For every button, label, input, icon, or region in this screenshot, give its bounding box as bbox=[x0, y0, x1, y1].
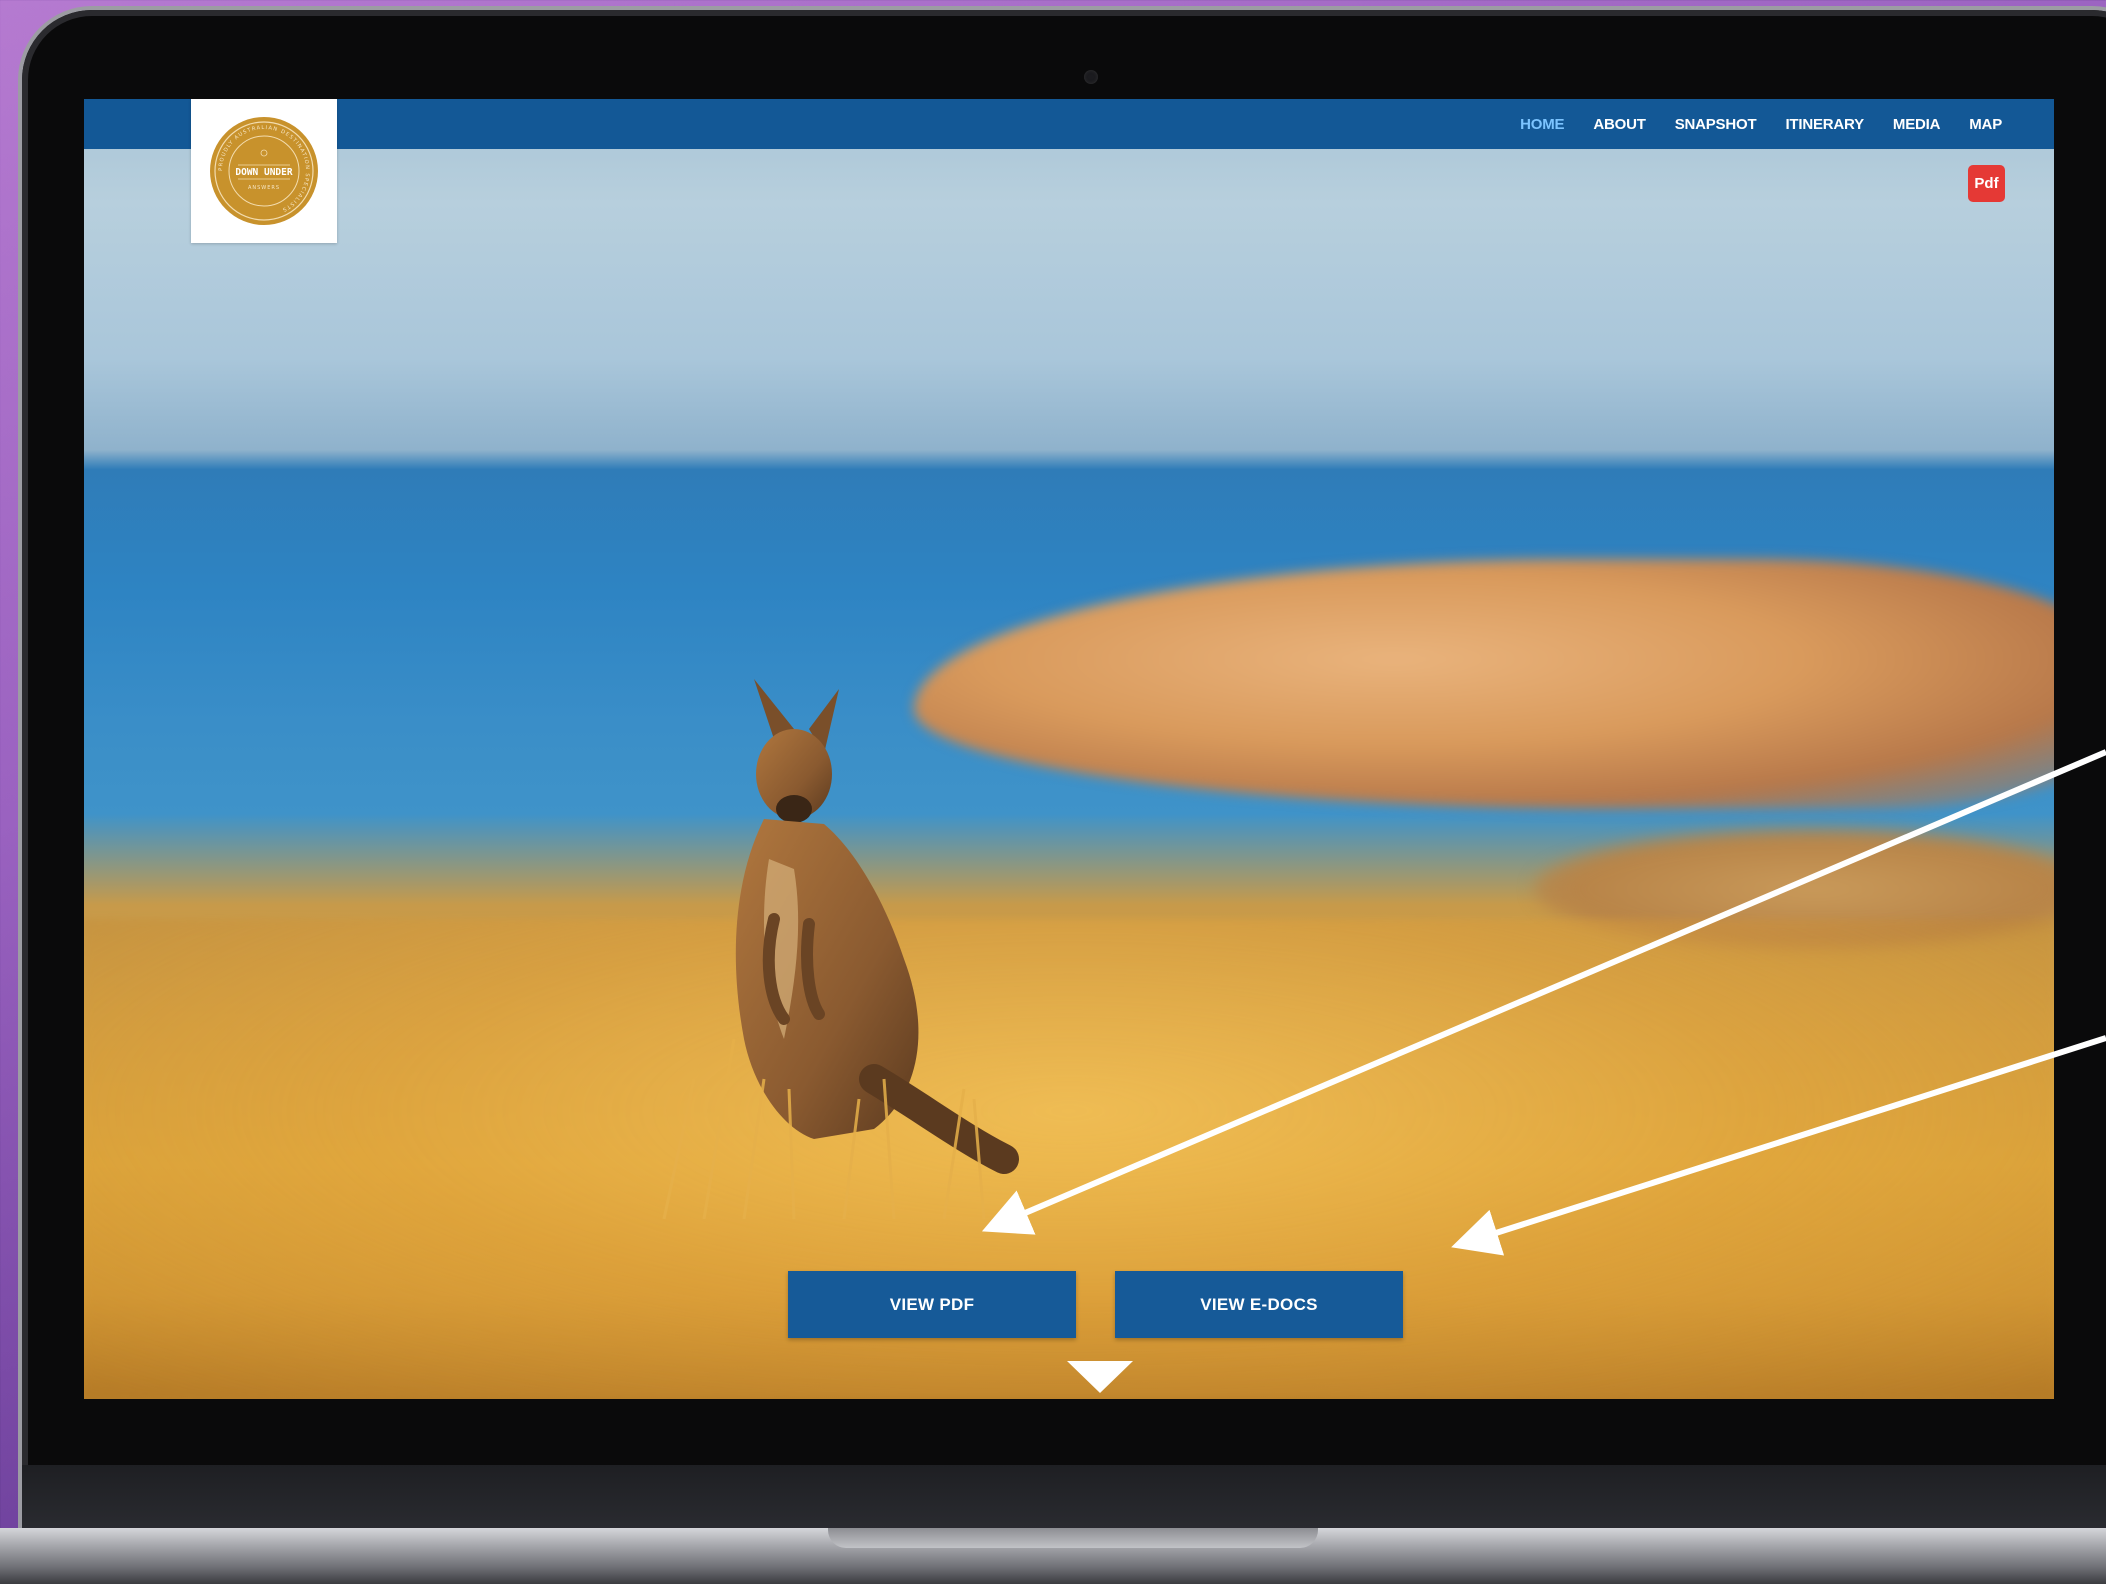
view-edocs-button[interactable]: VIEW E-DOCS bbox=[1115, 1271, 1403, 1338]
laptop-chin bbox=[22, 1465, 2106, 1530]
logo-subtitle: ANSWERS bbox=[248, 185, 280, 191]
pdf-download-icon[interactable]: Pdf bbox=[1968, 165, 2005, 202]
logo-title: DOWN UNDER bbox=[235, 167, 292, 178]
camera-icon bbox=[1084, 70, 1098, 84]
nav-item-map[interactable]: MAP bbox=[1969, 116, 2002, 133]
nav-item-snapshot[interactable]: SNAPSHOT bbox=[1675, 116, 1757, 133]
view-pdf-button[interactable]: VIEW PDF bbox=[788, 1271, 1076, 1338]
nav-item-home[interactable]: HOME bbox=[1520, 116, 1564, 133]
top-nav-bar: HOME ABOUT SNAPSHOT ITINERARY MEDIA MAP bbox=[84, 99, 2054, 149]
background-headland bbox=[914, 559, 2054, 809]
nav-item-media[interactable]: MEDIA bbox=[1893, 116, 1941, 133]
laptop-hinge bbox=[828, 1528, 1318, 1548]
nav-item-itinerary[interactable]: ITINERARY bbox=[1785, 116, 1864, 133]
logo-seal-icon: PROUDLY AUSTRALIAN DESTINATION SPECIALIS… bbox=[210, 117, 318, 225]
kangaroo-illustration bbox=[662, 679, 1019, 1219]
browser-viewport: HOME ABOUT SNAPSHOT ITINERARY MEDIA MAP … bbox=[84, 99, 2054, 1399]
nav-item-about[interactable]: ABOUT bbox=[1593, 116, 1646, 133]
site-logo[interactable]: PROUDLY AUSTRALIAN DESTINATION SPECIALIS… bbox=[191, 99, 337, 243]
triangle-down-icon[interactable] bbox=[1067, 1361, 1133, 1393]
nav-menu: HOME ABOUT SNAPSHOT ITINERARY MEDIA MAP bbox=[1491, 99, 2002, 149]
